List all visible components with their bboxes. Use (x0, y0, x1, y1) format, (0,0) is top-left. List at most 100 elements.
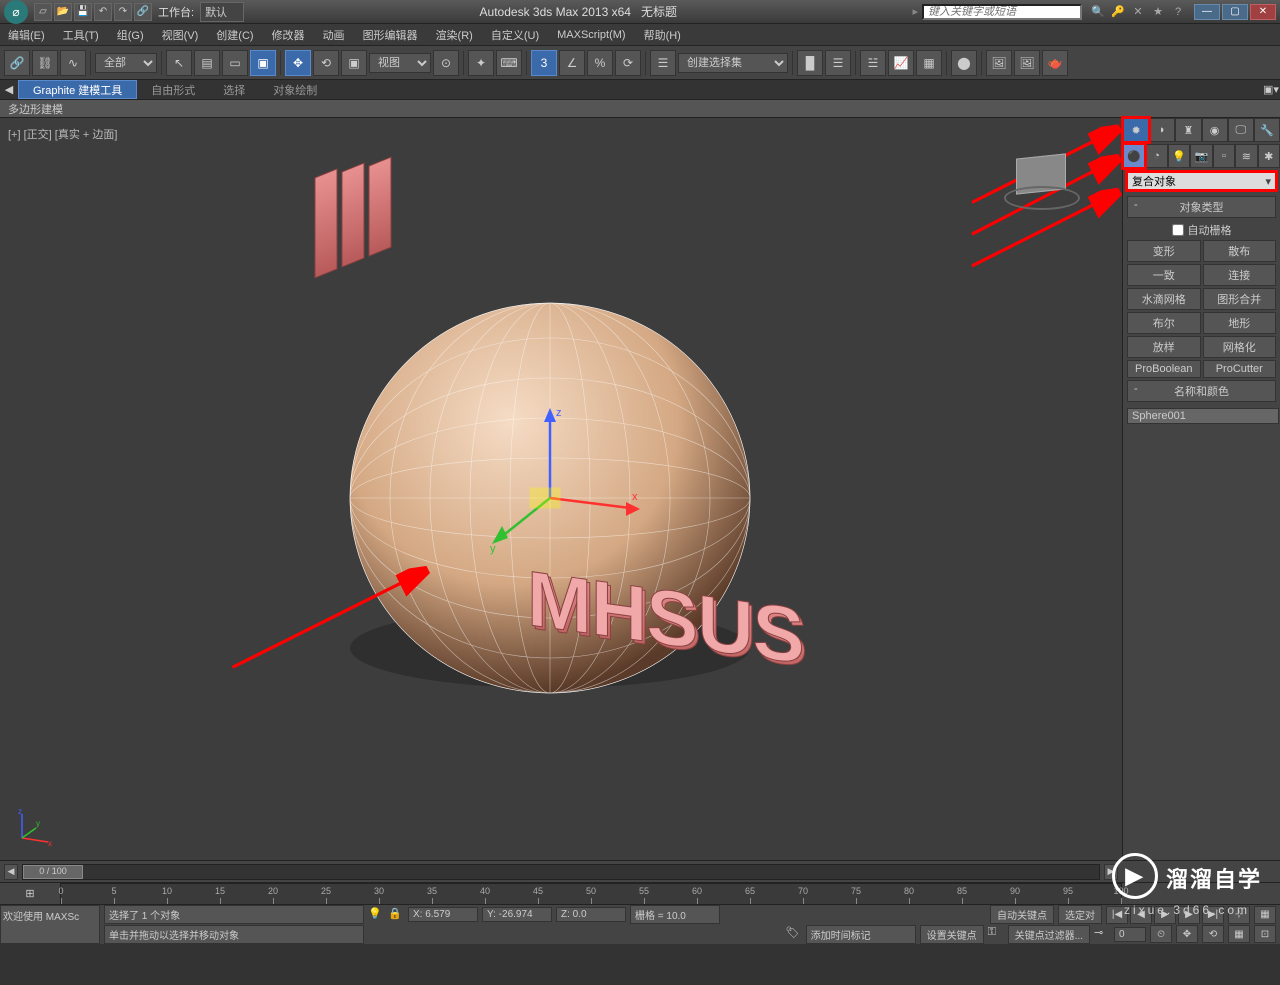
render-icon[interactable]: 🫖 (1042, 50, 1068, 76)
minimize-button[interactable]: — (1194, 4, 1220, 20)
star-icon[interactable]: ★ (1150, 4, 1166, 20)
current-frame[interactable]: 0 (1114, 927, 1146, 942)
qat-new-icon[interactable]: ▱ (34, 3, 52, 21)
menu-customize[interactable]: 自定义(U) (491, 27, 539, 43)
btn-mesher[interactable]: 网格化 (1203, 336, 1277, 358)
track-ruler[interactable]: 0510152025303540455055606570758085909510… (60, 883, 1122, 905)
btn-conform[interactable]: 一致 (1127, 264, 1201, 286)
key-icon[interactable]: 🔑 (1110, 4, 1126, 20)
time-config-icon[interactable]: ⏲ (1150, 925, 1172, 943)
render-frame-icon[interactable]: 🖼 (1014, 50, 1040, 76)
menu-edit[interactable]: 编辑(E) (8, 27, 45, 43)
btn-morph[interactable]: 变形 (1127, 240, 1201, 262)
link-icon[interactable]: 🔗 (4, 50, 30, 76)
menu-tools[interactable]: 工具(T) (63, 27, 99, 43)
menu-modifiers[interactable]: 修改器 (272, 27, 305, 43)
move-icon[interactable]: ✥ (285, 50, 311, 76)
btn-terrain[interactable]: 地形 (1203, 312, 1277, 334)
viewcube[interactable] (1002, 138, 1082, 218)
track-config-icon[interactable]: ⊞ (0, 883, 60, 904)
viewport[interactable]: [+] [正交] [真实 + 边面] (0, 118, 1122, 860)
rollout-name-color[interactable]: -名称和颜色 (1127, 380, 1276, 402)
btn-loft[interactable]: 放样 (1127, 336, 1201, 358)
key-mode-icon[interactable]: ⊸ (1094, 926, 1110, 942)
qat-redo-icon[interactable]: ↷ (114, 3, 132, 21)
selected-button[interactable]: 选定对 (1058, 905, 1102, 924)
spacewarps-subtab-icon[interactable]: ≋ (1235, 144, 1257, 168)
keyboard-icon[interactable]: ⌨ (496, 50, 522, 76)
selection-filter-combo[interactable]: 全部 (95, 53, 157, 73)
app-icon[interactable]: ⌀ (4, 0, 28, 24)
qat-undo-icon[interactable]: ↶ (94, 3, 112, 21)
ribbon-collapse-icon[interactable]: ▣▾ (1262, 80, 1280, 99)
menu-help[interactable]: 帮助(H) (644, 27, 681, 43)
ribbon-left-icon[interactable]: ◀ (0, 80, 18, 99)
rollout-object-type[interactable]: -对象类型 (1127, 196, 1276, 218)
systems-subtab-icon[interactable]: ✱ (1258, 144, 1280, 168)
qat-link-icon[interactable]: 🔗 (134, 3, 152, 21)
maxscript-listener[interactable]: 欢迎使用 MAXSc (0, 905, 100, 944)
modify-tab-icon[interactable]: ◗ (1149, 118, 1175, 142)
ribbon-tab-selection[interactable]: 选择 (209, 80, 259, 99)
time-left-icon[interactable]: ◀ (4, 864, 18, 880)
align-icon[interactable]: ☰ (825, 50, 851, 76)
region-rect-icon[interactable]: ▭ (222, 50, 248, 76)
helpers-subtab-icon[interactable]: ▫ (1213, 144, 1235, 168)
ribbon-tab-graphite[interactable]: Graphite 建模工具 (18, 80, 137, 99)
select-name-icon[interactable]: ▤ (194, 50, 220, 76)
percent-snap-icon[interactable]: % (587, 50, 613, 76)
motion-tab-icon[interactable]: ◉ (1202, 118, 1228, 142)
shapes-subtab-icon[interactable]: ◔ (1145, 144, 1167, 168)
bind-icon[interactable]: ∿ (60, 50, 86, 76)
window-crossing-icon[interactable]: ▣ (250, 50, 276, 76)
coord-y[interactable]: Y: -26.974 (482, 907, 552, 922)
auto-grid-checkbox[interactable]: 自动栅格 (1123, 220, 1280, 240)
search-input[interactable] (922, 4, 1082, 20)
btn-scatter[interactable]: 散布 (1203, 240, 1277, 262)
coord-x[interactable]: X: 6.579 (408, 907, 478, 922)
ribbon-tab-freeform[interactable]: 自由形式 (137, 80, 209, 99)
snap-3d-icon[interactable]: 3 (531, 50, 557, 76)
render-setup-icon[interactable]: 🖼 (986, 50, 1012, 76)
nav-4-icon[interactable]: ⟲ (1202, 925, 1224, 943)
btn-connect[interactable]: 连接 (1203, 264, 1277, 286)
time-slider-thumb[interactable]: 0 / 100 (23, 865, 83, 879)
lights-subtab-icon[interactable]: 💡 (1168, 144, 1190, 168)
btn-boolean[interactable]: 布尔 (1127, 312, 1201, 334)
nav-3-icon[interactable]: ✥ (1176, 925, 1198, 943)
ref-coord-combo[interactable]: 视图 (369, 53, 431, 73)
display-tab-icon[interactable]: 🖵 (1228, 118, 1254, 142)
btn-shapemerge[interactable]: 图形合并 (1203, 288, 1277, 310)
mirror-icon[interactable]: ▐▌ (797, 50, 823, 76)
btn-procutter[interactable]: ProCutter (1203, 360, 1277, 378)
schematic-icon[interactable]: ▦ (916, 50, 942, 76)
binoculars-icon[interactable]: 🔍 (1090, 4, 1106, 20)
hierarchy-tab-icon[interactable]: ♜ (1175, 118, 1201, 142)
pivot-icon[interactable]: ⊙ (433, 50, 459, 76)
named-sel-icon[interactable]: ☰ (650, 50, 676, 76)
exchange-icon[interactable]: ✕ (1130, 4, 1146, 20)
workspace-dropdown[interactable]: 默认 (200, 2, 244, 22)
geometry-subtab-icon[interactable]: ⚫ (1123, 144, 1145, 168)
menu-views[interactable]: 视图(V) (162, 27, 199, 43)
auto-grid-input[interactable] (1172, 224, 1184, 236)
utilities-tab-icon[interactable]: 🔧 (1254, 118, 1280, 142)
select-icon[interactable]: ↖ (166, 50, 192, 76)
qat-save-icon[interactable]: 💾 (74, 3, 92, 21)
menu-grapheditors[interactable]: 图形编辑器 (363, 27, 418, 43)
time-tag-field[interactable]: 添加时间标记 (806, 925, 916, 944)
manipulate-icon[interactable]: ✦ (468, 50, 494, 76)
qat-open-icon[interactable]: 📂 (54, 3, 72, 21)
autokey-button[interactable]: 自动关键点 (990, 905, 1054, 924)
btn-blobmesh[interactable]: 水滴网格 (1127, 288, 1201, 310)
selection-lock-icon[interactable]: 💡 (368, 907, 384, 923)
scale-icon[interactable]: ▣ (341, 50, 367, 76)
unlink-icon[interactable]: ⛓ (32, 50, 58, 76)
menu-animation[interactable]: 动画 (323, 27, 345, 43)
search-caret-icon[interactable]: ▸ (912, 5, 918, 18)
close-button[interactable]: ✕ (1250, 4, 1276, 20)
menu-create[interactable]: 创建(C) (216, 27, 253, 43)
material-editor-icon[interactable]: ⬤ (951, 50, 977, 76)
lock-icon[interactable]: 🔒 (388, 907, 404, 923)
ribbon-panel-label[interactable]: 多边形建模 (0, 100, 1280, 118)
